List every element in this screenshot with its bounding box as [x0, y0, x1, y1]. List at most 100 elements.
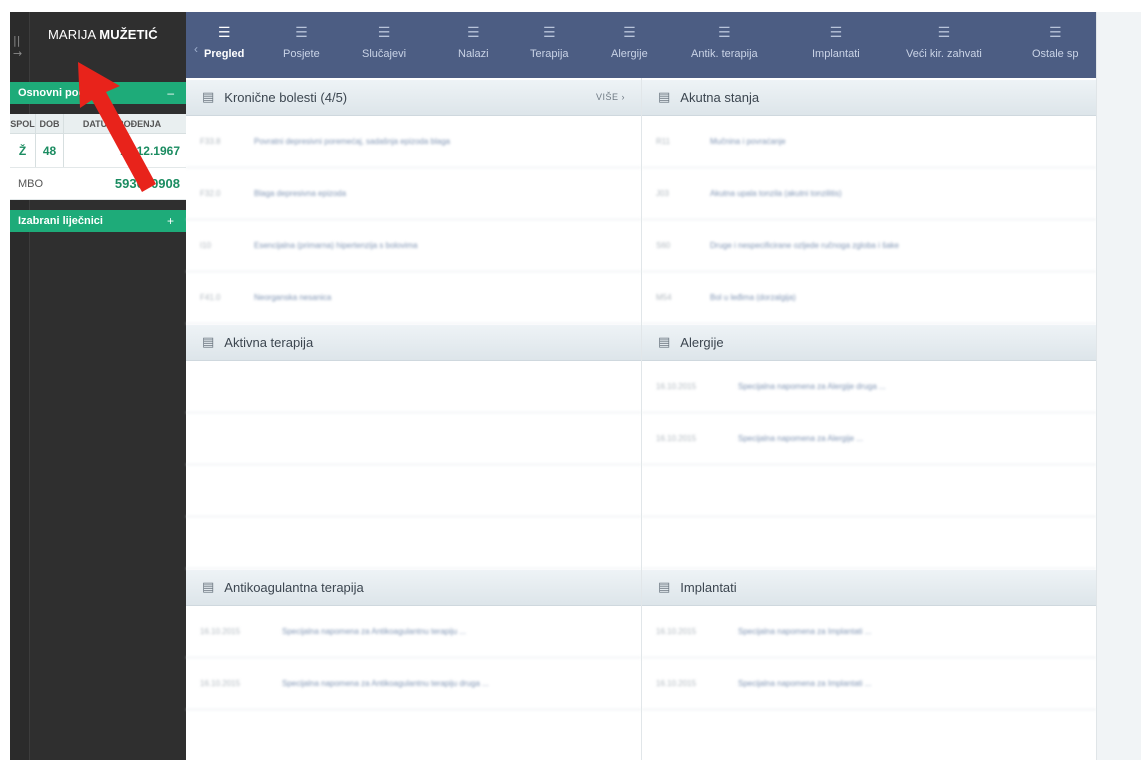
anticoagulant-therapy-header: ▤ Antikoagulantna terapija [186, 570, 641, 606]
acute-conditions-header: ▤ Akutna stanja [642, 80, 1096, 116]
document-icon: ▤ [658, 335, 671, 350]
tab-nalazi[interactable]: ☰ Nalazi [458, 12, 489, 78]
tab-label: Posjete [283, 48, 320, 60]
list-item[interactable]: 16.10.2015 Specijalna napomena za Implant… [642, 606, 1096, 658]
list-item[interactable]: F33.8 Povratni depresivni poremećaj, sada… [186, 116, 641, 168]
list-item[interactable]: J03 Akutna upala tonzila (akutni tonzilit… [642, 168, 1096, 220]
item-code: F33.8 [200, 137, 221, 146]
list-item [642, 465, 1096, 517]
chronic-diseases-panel: ▤ Kronične bolesti (4/5) VIŠE › F33.8 Pov… [186, 80, 641, 326]
list-item[interactable]: 16.10.2015 Specijalna napomena za Antikoa… [186, 658, 641, 710]
basic-data-table: SPOL DOB DATUM ROĐENJA Ž 48 12.12.1967 M… [10, 114, 186, 200]
tab-label: Slučajevi [362, 48, 407, 60]
list-icon: ☰ [1048, 25, 1062, 41]
mbo-label: MBO [18, 177, 44, 190]
list-icon: ☰ [467, 25, 480, 41]
item-text: Specijalna napomena za Implantati ... [738, 627, 872, 636]
list-item[interactable]: S60 Druge i nespecificirane ozljede ručno… [642, 220, 1096, 272]
item-text: Druge i nespecificirane ozljede ručnoga … [710, 241, 899, 250]
tab-label: Nalazi [458, 48, 489, 60]
doctors-header[interactable]: Izabrani liječnici + [10, 210, 186, 232]
scroll-left-icon[interactable]: ‹ [194, 42, 198, 56]
tab-label: Terapija [530, 48, 569, 60]
document-icon: ▤ [658, 90, 671, 105]
list-item [186, 517, 641, 569]
tab-pregled[interactable]: ☰ Pregled [204, 12, 244, 78]
tab-ostale[interactable]: ☰ Ostale sp [1032, 12, 1078, 78]
tab-label: Implantati [812, 48, 860, 60]
list-icon: ☰ [718, 25, 731, 41]
item-code: I10 [200, 241, 212, 250]
item-date: 16.10.2015 [200, 627, 241, 636]
item-text: Bol u leđima (dorzalgija) [710, 293, 796, 302]
item-text: Specijalna napomena za Antikoagulantnu t… [282, 679, 489, 688]
document-icon: ▤ [202, 580, 215, 595]
panel-title: Implantati [680, 580, 737, 595]
anticoagulant-therapy-panel: ▤ Antikoagulantna terapija 16.10.2015 Spe… [186, 570, 641, 760]
mbo-value: 593060908 [114, 176, 180, 191]
tab-veci-kir-zahvati[interactable]: ☰ Veći kir. zahvati [906, 12, 982, 78]
item-text: Mučnina i povraćanje [710, 137, 786, 146]
item-text: Akutna upala tonzila (akutni tonzilitis) [710, 189, 842, 198]
implants-header: ▤ Implantati [642, 570, 1096, 606]
acute-conditions-panel: ▤ Akutna stanja R11 Mučnina i povraćanje … [642, 80, 1096, 326]
panel-title: Kronične bolesti (4/5) [224, 90, 348, 105]
list-item[interactable]: 16.10.2015 Specijalna napomena za Implant… [642, 658, 1096, 710]
mbo-row: MBO 593060908 [10, 168, 186, 200]
list-icon: ☰ [829, 25, 843, 41]
dob-value: 48 [36, 134, 64, 167]
tab-alergije[interactable]: ☰ Alergije [611, 12, 648, 78]
tab-terapija[interactable]: ☰ Terapija [530, 12, 569, 78]
item-text: Specijalna napomena za Alergije ... [738, 434, 863, 443]
basic-data-header[interactable]: Osnovni podaci – [10, 82, 186, 104]
tab-slucajevi[interactable]: ☰ Slučajevi [362, 12, 406, 78]
panel-title: Antikoagulantna terapija [224, 580, 364, 595]
item-text: Specijalna napomena za Antikoagulantnu t… [282, 627, 467, 636]
item-code: F41.0 [200, 293, 221, 302]
item-date: 16.10.2015 [200, 679, 241, 688]
list-item[interactable]: F32.0 Blaga depresivna epizoda [186, 168, 641, 220]
col-spol: SPOL [10, 114, 36, 133]
list-item[interactable]: 16.10.2015 Specijalna napomena za Alergij… [642, 361, 1096, 413]
spol-value: Ž [10, 134, 36, 167]
tab-label: Antik. terapija [691, 48, 758, 60]
basic-data-header-row: SPOL DOB DATUM ROĐENJA [10, 114, 186, 134]
tab-antik-terapija[interactable]: ☰ Antik. terapija [691, 12, 758, 78]
list-item[interactable]: F41.0 Neorganska nesanica [186, 272, 641, 324]
panel-title: Akutna stanja [680, 90, 760, 105]
item-code: M54 [656, 293, 672, 302]
allergies-panel: ▤ Alergije 16.10.2015 Specijalna napomena… [642, 325, 1096, 571]
list-item [186, 361, 641, 413]
item-text: Blaga depresivna epizoda [254, 189, 347, 198]
list-item[interactable]: I10 Esencijalna (primarna) hipertenzija s… [186, 220, 641, 272]
list-item[interactable]: M54 Bol u leđima (dorzalgija) [642, 272, 1096, 324]
tab-label: Veći kir. zahvati [906, 48, 982, 60]
list-item[interactable]: 16.10.2015 Specijalna napomena za Alergij… [642, 413, 1096, 465]
tab-implantati[interactable]: ☰ Implantati [812, 12, 860, 78]
active-therapy-header: ▤ Aktivna terapija [186, 325, 641, 361]
list-icon: ☰ [623, 25, 636, 41]
list-item[interactable]: R11 Mučnina i povraćanje [642, 116, 1096, 168]
datum-value: 12.12.1967 [119, 143, 180, 158]
tab-label: Ostale sp [1032, 48, 1079, 60]
list-item[interactable]: 16.10.2015 Specijalna napomena za Antikoa… [186, 606, 641, 658]
app: ||→ MARIJA MUŽETIĆ Osnovni podaci – SPOL… [0, 0, 1141, 760]
collapse-icon[interactable]: – [167, 86, 174, 100]
tab-posjete[interactable]: ☰ Posjete [283, 12, 320, 78]
list-item [186, 413, 641, 465]
document-icon: ▤ [658, 580, 671, 595]
patient-last-name: MUŽETIĆ [99, 27, 158, 42]
item-date: 16.10.2015 [656, 382, 697, 391]
list-icon: ☰ [542, 25, 556, 41]
chronic-diseases-header: ▤ Kronične bolesti (4/5) VIŠE › [186, 80, 641, 116]
basic-data-title: Osnovni podaci [18, 87, 101, 99]
item-code: S60 [656, 241, 671, 250]
item-code: R11 [656, 137, 671, 146]
expand-handle-icon[interactable]: ||→ [13, 34, 29, 60]
item-date: 16.10.2015 [656, 434, 697, 443]
tab-label: Alergije [611, 48, 648, 60]
more-link[interactable]: VIŠE › [596, 92, 625, 102]
add-doctor-icon[interactable]: + [167, 214, 174, 228]
item-text: Povratni depresivni poremećaj, sadašnja … [254, 137, 451, 146]
item-date: 16.10.2015 [656, 679, 697, 688]
